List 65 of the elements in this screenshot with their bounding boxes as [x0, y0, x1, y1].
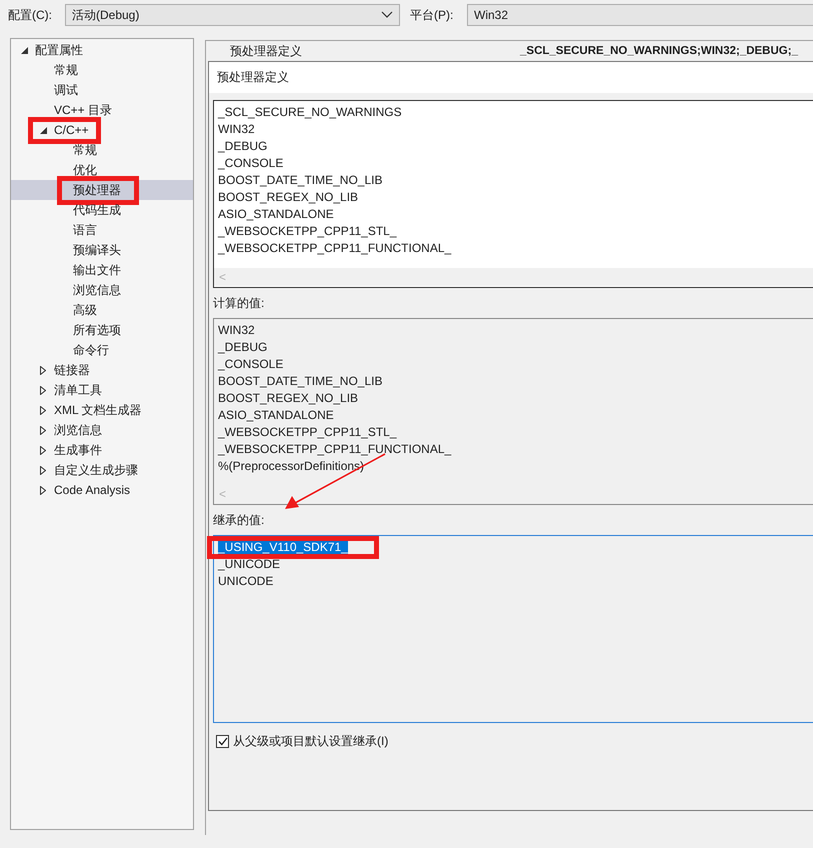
platform-dropdown[interactable]: Win32: [467, 4, 813, 26]
tree-item[interactable]: Code Analysis: [11, 480, 193, 500]
computed-line: BOOST_REGEX_NO_LIB: [218, 390, 360, 407]
tree-item[interactable]: 预编译头: [11, 240, 193, 260]
tree-item[interactable]: 浏览信息: [11, 280, 193, 300]
chevron-down-icon: [381, 11, 393, 19]
tree-item[interactable]: 浏览信息: [11, 420, 193, 440]
tree-item[interactable]: XML 文档生成器: [11, 400, 193, 420]
definition-line: _SCL_SECURE_NO_WARNINGS: [218, 104, 403, 121]
expanded-triangle-icon[interactable]: [40, 126, 47, 134]
tree-item[interactable]: 清单工具: [11, 380, 193, 400]
inherited-line[interactable]: UNICODE: [218, 573, 809, 590]
collapsed-triangle-icon[interactable]: [40, 426, 46, 434]
checkbox[interactable]: [216, 735, 229, 748]
collapsed-triangle-icon[interactable]: [40, 386, 46, 394]
expanded-triangle-icon[interactable]: [21, 46, 28, 54]
definition-line: _CONSOLE: [218, 155, 284, 172]
definition-line: BOOST_REGEX_NO_LIB: [218, 189, 360, 206]
tree-item[interactable]: C/C++: [11, 120, 193, 140]
property-name: 预处理器定义: [229, 42, 303, 60]
tree-item[interactable]: 调试: [11, 80, 193, 100]
computed-line: _DEBUG: [218, 339, 268, 356]
inherited-line[interactable]: _UNICODE: [218, 556, 809, 573]
computed-line: %(PreprocessorDefinitions): [218, 458, 366, 475]
collapsed-triangle-icon[interactable]: [40, 446, 46, 454]
computed-line: _CONSOLE: [218, 356, 284, 373]
config-dropdown[interactable]: 活动(Debug): [65, 4, 400, 26]
tree-item[interactable]: 优化: [11, 160, 193, 180]
tree-item[interactable]: 常规: [11, 140, 193, 160]
definition-line: WIN32: [218, 121, 256, 138]
computed-line: WIN32: [218, 322, 256, 339]
computed-line: ASIO_STANDALONE: [218, 407, 335, 424]
tree-item[interactable]: 自定义生成步骤: [11, 460, 193, 480]
checkbox-label: 从父级或项目默认设置继承(I): [233, 733, 388, 750]
computed-label: 计算的值:: [213, 295, 266, 312]
tree-item[interactable]: 语言: [11, 220, 193, 240]
computed-line: _WEBSOCKETPP_CPP11_FUNCTIONAL_: [218, 441, 452, 458]
inherited-label: 继承的值:: [213, 512, 266, 529]
config-label: 配置(C):: [8, 6, 53, 24]
tree-item[interactable]: 常规: [11, 60, 193, 80]
definition-line: _WEBSOCKETPP_CPP11_FUNCTIONAL_: [218, 240, 452, 257]
definition-line: ASIO_STANDALONE: [218, 206, 335, 223]
collapsed-triangle-icon[interactable]: [40, 366, 46, 374]
tree-item[interactable]: 命令行: [11, 340, 193, 360]
computed-line: _WEBSOCKETPP_CPP11_STL_: [218, 424, 398, 441]
inherit-checkbox[interactable]: 从父级或项目默认设置继承(I): [213, 733, 813, 750]
tree-item[interactable]: 高级: [11, 300, 193, 320]
tree-item[interactable]: VC++ 目录: [11, 100, 193, 120]
checkmark-icon: [218, 737, 228, 746]
tree-item[interactable]: 输出文件: [11, 260, 193, 280]
collapsed-triangle-icon[interactable]: [40, 486, 46, 494]
definition-line: _WEBSOCKETPP_CPP11_STL_: [218, 223, 398, 240]
definition-line: BOOST_DATE_TIME_NO_LIB: [218, 172, 384, 189]
property-value[interactable]: _SCL_SECURE_NO_WARNINGS;WIN32;_DEBUG;_: [520, 45, 798, 57]
tree-item[interactable]: 配置属性: [11, 40, 193, 60]
collapsed-triangle-icon[interactable]: [40, 406, 46, 414]
tree-item[interactable]: 代码生成: [11, 200, 193, 220]
dialog-title: 预处理器定义: [217, 69, 289, 86]
tree-item[interactable]: 所有选项: [11, 320, 193, 340]
computed-line: BOOST_DATE_TIME_NO_LIB: [218, 373, 384, 390]
definition-line: _DEBUG: [218, 138, 268, 155]
tree-item[interactable]: 链接器: [11, 360, 193, 380]
platform-label: 平台(P):: [410, 6, 454, 24]
collapsed-triangle-icon[interactable]: [40, 466, 46, 474]
tree-item[interactable]: 生成事件: [11, 440, 193, 460]
